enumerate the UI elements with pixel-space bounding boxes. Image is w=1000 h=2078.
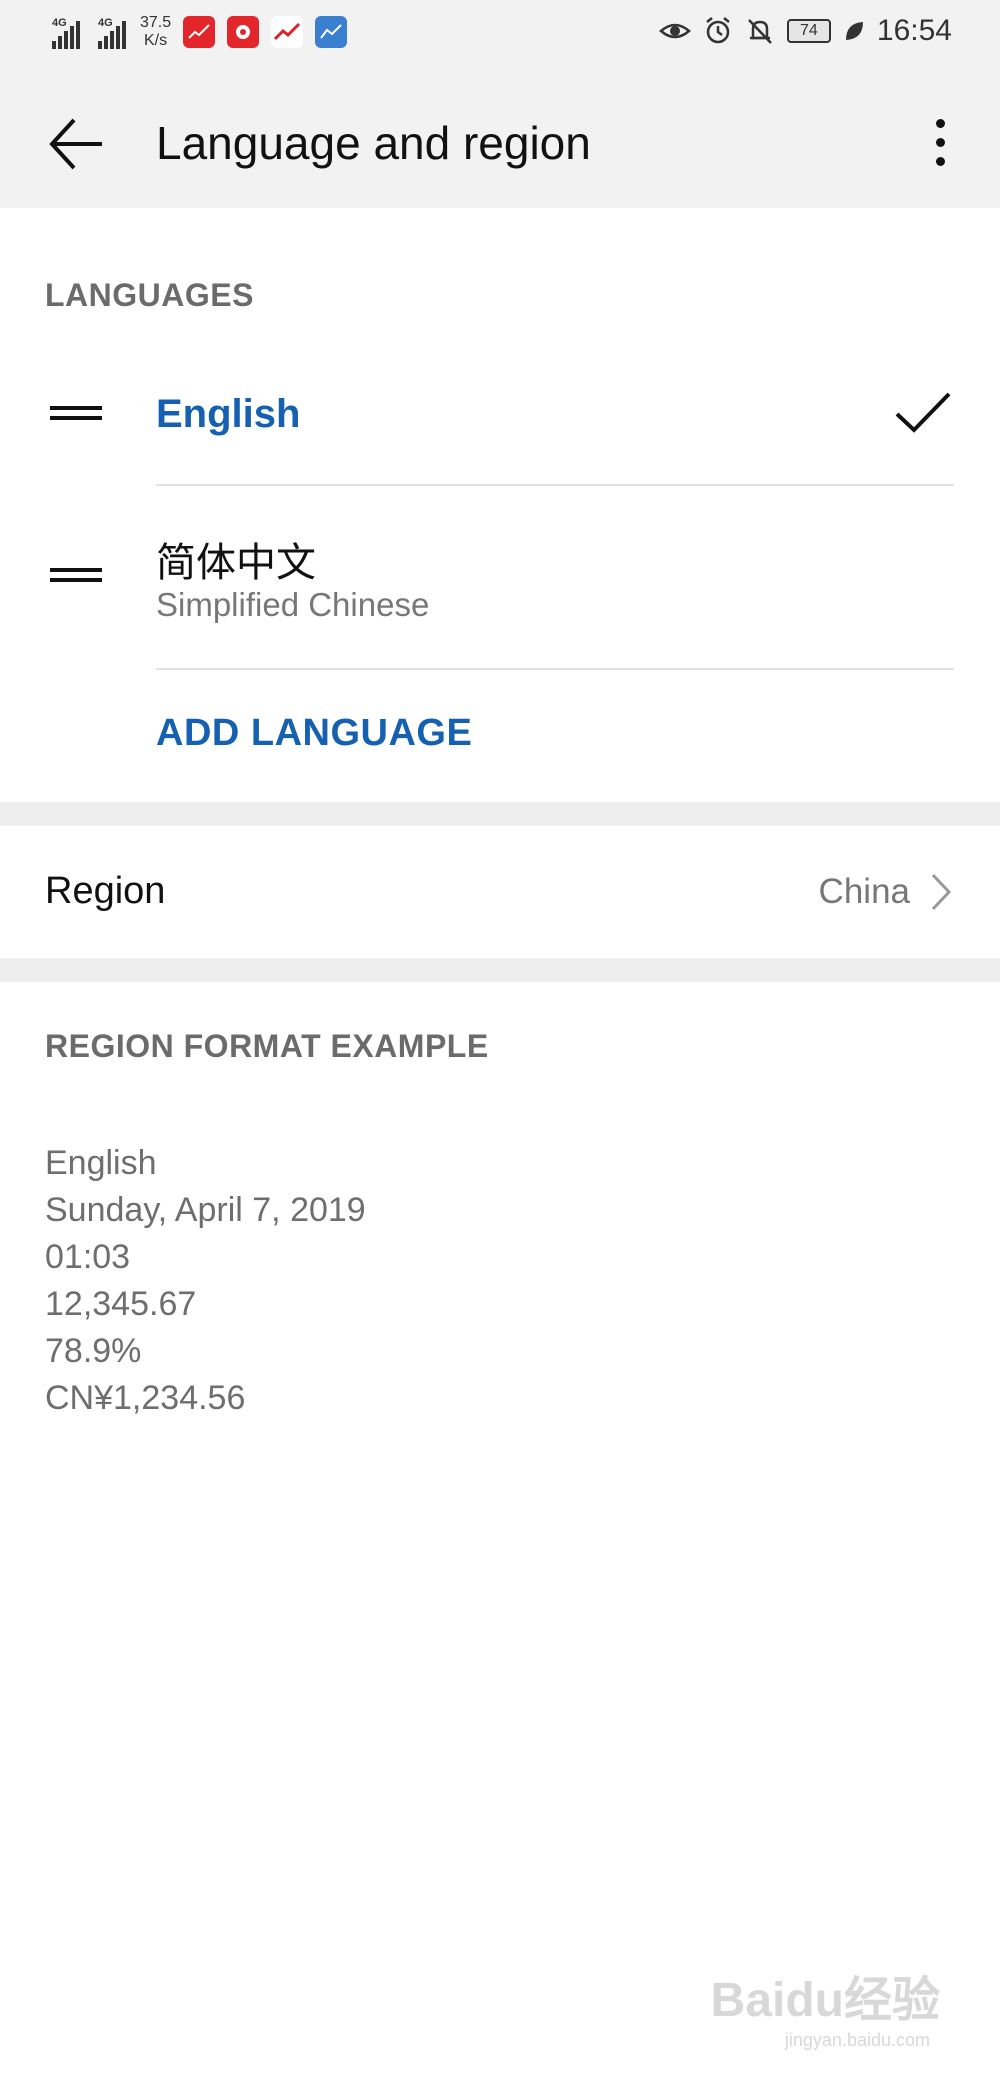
speed-value: 37.5 (140, 14, 172, 31)
divider (156, 668, 954, 670)
app-bar: Language and region (0, 76, 1000, 208)
example-line: English (45, 1144, 157, 1182)
language-item-chinese[interactable]: 简体中文 Simplified Chinese (0, 486, 1000, 668)
watermark: Baidu经验 (710, 1974, 940, 2027)
more-options-button[interactable] (904, 106, 976, 178)
drag-handle-icon[interactable] (50, 568, 102, 582)
network-type-label: 4G (52, 17, 67, 29)
check-icon (894, 390, 952, 441)
app-icon (227, 16, 260, 48)
battery-icon: 74 (786, 19, 831, 43)
region-value: China (818, 872, 910, 911)
example-line: CN¥1,234.56 (45, 1379, 246, 1417)
region-format-header: REGION FORMAT EXAMPLE (45, 1028, 489, 1064)
example-line: 12,345.67 (45, 1285, 197, 1323)
signal-icon: 4G (98, 15, 126, 49)
page-title: Language and region (156, 117, 591, 169)
back-button[interactable] (44, 112, 108, 176)
network-speed: 37.5 K/s (140, 14, 171, 50)
status-bar: 4G 4G 37.5 K/s 74 16:54 (0, 0, 1000, 76)
languages-header: LANGUAGES (45, 277, 254, 313)
app-icon (183, 16, 216, 48)
more-vert-dot (935, 137, 945, 147)
language-name: 简体中文 (156, 541, 316, 585)
alarm-icon (703, 16, 733, 46)
signal-icon: 4G (52, 15, 80, 49)
language-name: English (156, 392, 301, 436)
region-label: Region (45, 870, 166, 912)
more-vert-icon (935, 118, 945, 128)
section-divider (0, 958, 1000, 982)
network-type-label: 4G (98, 17, 113, 29)
region-format-example: English Sunday, April 7, 2019 01:03 12,3… (45, 1140, 366, 1422)
app-icon (315, 16, 348, 48)
chevron-right-icon (930, 872, 952, 917)
add-language-button[interactable]: ADD LANGUAGE (156, 712, 472, 755)
arrow-left-icon (44, 118, 108, 180)
eye-icon (659, 19, 691, 43)
clock: 16:54 (876, 14, 952, 47)
drag-handle-icon[interactable] (50, 406, 102, 420)
region-row[interactable]: Region China (0, 826, 1000, 958)
leaf-icon (843, 19, 865, 43)
bell-off-icon (745, 16, 775, 46)
more-vert-dot (935, 156, 945, 166)
section-divider (0, 802, 1000, 826)
app-icon (271, 16, 304, 48)
example-line: Sunday, April 7, 2019 (45, 1191, 366, 1229)
example-line: 01:03 (45, 1238, 131, 1276)
speed-unit: K/s (144, 32, 168, 49)
watermark-url: jingyan.baidu.com (784, 2030, 930, 2050)
language-item-english[interactable]: English (0, 350, 1000, 484)
language-subtitle: Simplified Chinese (156, 586, 430, 623)
example-line: 78.9% (45, 1332, 142, 1370)
